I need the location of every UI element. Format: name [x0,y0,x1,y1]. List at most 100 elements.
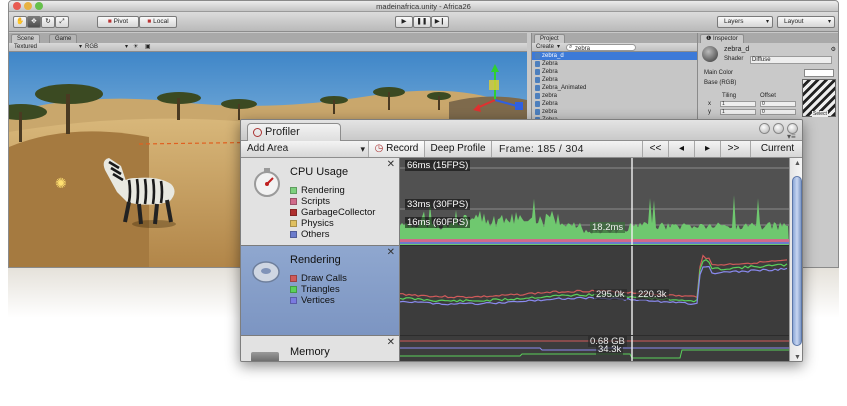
window-button-2[interactable] [773,123,784,134]
project-asset-list: zebra_d Zebra Zebra Zebra Zebra_Animated… [532,52,697,124]
list-item[interactable]: zebra [532,92,697,100]
rotate-tool-button[interactable]: ↻ [41,16,55,28]
minimize-window-button[interactable] [24,2,32,10]
rendering-area-title: Rendering [290,254,341,266]
window-title: madeinafrica.unity - Africa26 [376,2,471,11]
texture-select-button[interactable]: Select [812,111,828,117]
cpu-close-icon[interactable]: ✕ [387,159,395,170]
last-frame-button[interactable]: >> [720,141,746,157]
asset-label: zebra_d [542,53,564,59]
add-area-dropdown[interactable]: Add Area [247,141,365,157]
legend-garbagecollector[interactable]: GarbageCollector [290,207,375,218]
next-frame-button[interactable]: ▸ [694,141,720,157]
legend-others[interactable]: Others [290,229,330,240]
main-color-swatch[interactable] [804,69,834,77]
list-item[interactable]: Zebra [532,76,697,84]
current-frame-button[interactable]: Current [750,141,802,157]
legend-swatch [290,187,297,194]
play-button[interactable]: ▶ [395,16,413,28]
legend-scripts[interactable]: Scripts [290,196,330,207]
legend-draw-calls[interactable]: Draw Calls [290,273,347,284]
cpu-others-series [400,242,789,244]
step-icon: ▶❙ [434,18,446,25]
list-item[interactable]: Zebra [532,68,697,76]
cpu-stopwatch-icon [254,168,280,197]
scale-tool-button[interactable]: ⤢ [55,16,69,28]
project-tab-label: Project [540,36,559,42]
memory-area-title: Memory [290,346,330,358]
create-dropdown[interactable]: Create [536,44,554,51]
list-item[interactable]: zebra_d [532,52,697,60]
tab-menu-icon[interactable]: ▾≡ [787,132,796,141]
tab-game[interactable]: Game [49,34,78,43]
project-tabs: Project [532,33,697,43]
offset-y-field[interactable]: 0 [760,109,796,115]
pause-button[interactable]: ❚❚ [413,16,431,28]
zoom-window-button[interactable] [35,2,43,10]
rendering-close-icon[interactable]: ✕ [387,247,395,258]
move-tool-button[interactable]: ✥ [27,16,41,28]
asset-label: Zebra [542,69,558,75]
legend-vertices[interactable]: Vertices [290,295,335,306]
cpu-graph[interactable]: 66ms (15FPS) 33ms (30FPS) 16ms (60FPS) 1… [400,158,789,246]
step-button[interactable]: ▶❙ [431,16,449,28]
material-preview-sphere [702,46,718,62]
rendering-graph[interactable]: 295.0k 220.3k [400,246,789,336]
offset-x-field[interactable]: 0 [760,101,796,107]
hand-tool-button[interactable]: ✋ [13,16,27,28]
tiling-x-field[interactable]: 1 [720,101,756,107]
guide-label-33ms: 33ms (30FPS) [405,199,471,210]
tab-profiler[interactable]: Profiler [247,123,341,141]
legend-label: Triangles [301,284,340,295]
gear-icon[interactable]: ⚙ [831,46,836,53]
local-toggle-button[interactable]: ■ Local [139,16,177,28]
list-item[interactable]: zebra [532,108,697,116]
deep-profile-button[interactable]: Deep Profile [424,141,491,157]
tiling-y-field[interactable]: 1 [720,109,756,115]
color-mode-dropdown[interactable]: RGB [85,44,98,51]
rendering-area-label[interactable]: Rendering ✕ Draw Calls Triangles Vertice… [241,246,400,336]
window-button-1[interactable] [759,123,770,134]
layout-dropdown[interactable]: Layout [777,16,835,28]
lighting-toggle-icon[interactable]: ☀ [133,44,138,51]
pivot-toggle-button[interactable]: ■ Pivot [97,16,139,28]
pause-icon: ❚❚ [416,18,428,25]
asset-label: zebra [542,93,558,99]
memory-graph[interactable]: 0.68 GB 34.3k [400,336,789,361]
asset-label: Zebra [542,101,558,107]
first-frame-button[interactable]: << [642,141,668,157]
memory-series-3 [400,349,789,359]
shader-dropdown[interactable]: Diffuse [750,56,832,64]
cpu-area-label[interactable]: CPU Usage ✕ Rendering Scripts GarbageCol… [241,158,400,246]
legend-label: Rendering [301,185,345,196]
list-item[interactable]: Zebra_Animated [532,84,697,92]
profiler-vertical-scrollbar[interactable]: ▲ ▼ [789,158,802,361]
scale-icon: ⤢ [59,18,65,25]
tab-scene[interactable]: Scene [11,34,41,43]
image-toggle-icon[interactable]: ▣ [145,44,151,51]
project-search-input[interactable]: zebra [566,44,636,52]
main-color-label: Main Color [704,70,734,76]
legend-triangles[interactable]: Triangles [290,284,340,295]
legend-rendering[interactable]: Rendering [290,185,345,196]
layers-dropdown[interactable]: Layers [717,16,773,28]
asset-icon [535,69,540,75]
list-item[interactable]: Zebra [532,60,697,68]
scroll-up-icon[interactable]: ▲ [794,160,801,167]
shader-value: Diffuse [752,57,771,63]
memory-area-label[interactable]: Memory ✕ [241,336,400,361]
close-window-button[interactable] [13,2,21,10]
tab-inspector[interactable]: ❶ Inspector [700,34,744,43]
legend-physics[interactable]: Physics [290,218,334,229]
scrollbar-thumb[interactable] [792,176,802,346]
profiler-clock-icon [253,128,262,137]
prev-frame-button[interactable]: ◂ [668,141,694,157]
record-button[interactable]: ◷ Record [368,141,424,157]
draw-mode-dropdown[interactable]: Textured [14,44,37,51]
list-item[interactable]: Zebra [532,100,697,108]
memory-close-icon[interactable]: ✕ [387,337,395,348]
scroll-down-icon[interactable]: ▼ [794,354,801,361]
tiling-label: Tiling [722,93,737,99]
tab-project[interactable]: Project [534,34,565,43]
asset-icon [535,53,540,59]
